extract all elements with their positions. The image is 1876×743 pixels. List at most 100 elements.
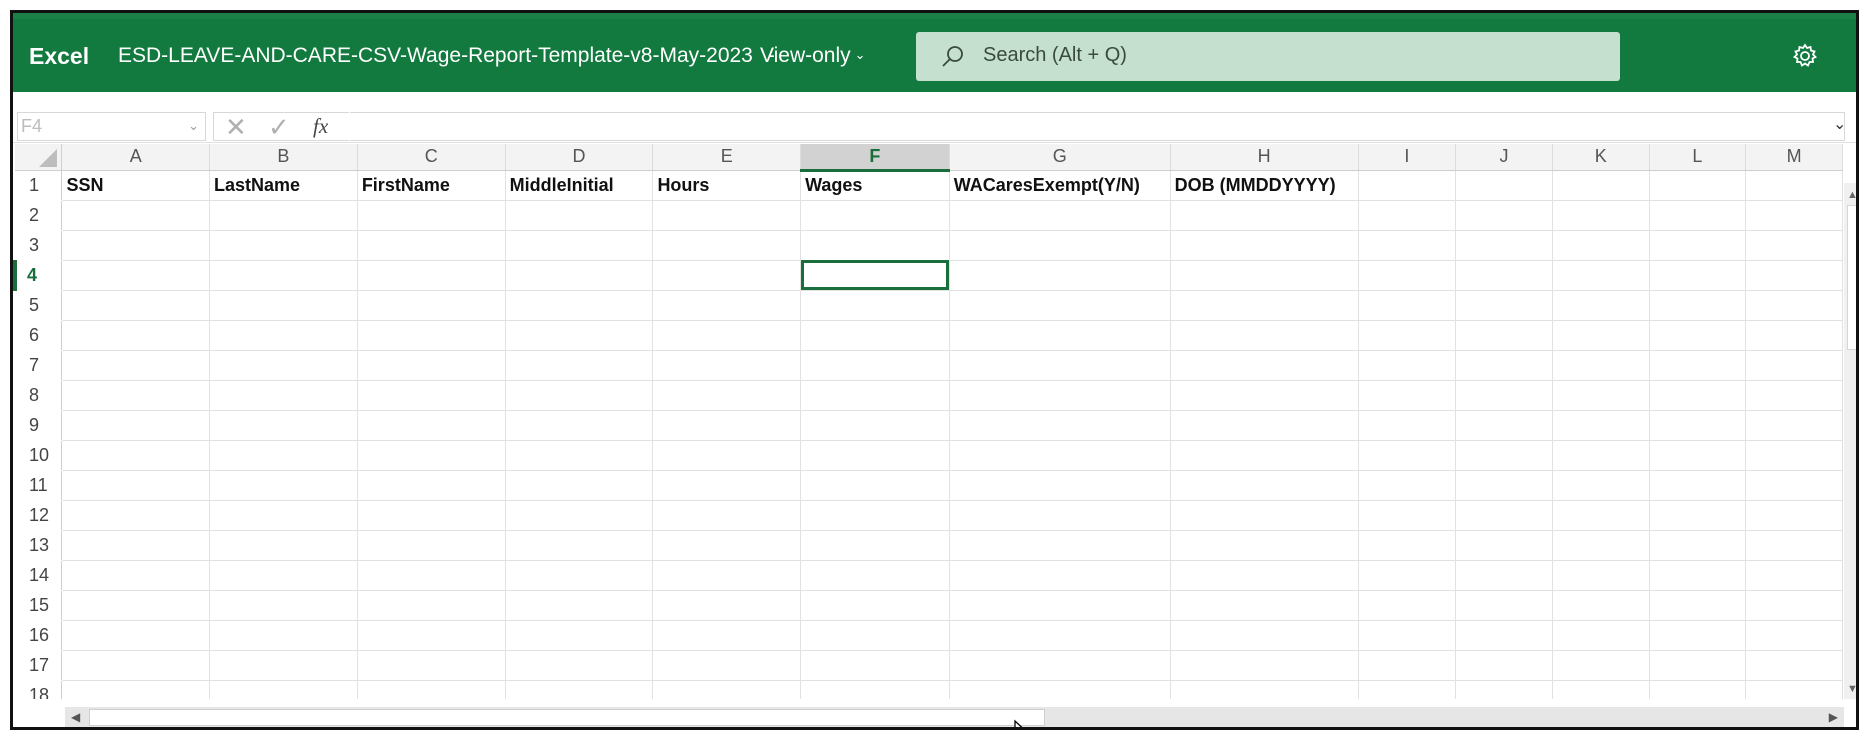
cell-h16[interactable] bbox=[1170, 620, 1359, 651]
cell-c8[interactable] bbox=[357, 380, 506, 411]
cell-a5[interactable] bbox=[61, 290, 211, 321]
cell-g16[interactable] bbox=[949, 620, 1171, 651]
cell-c12[interactable] bbox=[357, 500, 506, 531]
cell-b8[interactable] bbox=[209, 380, 358, 411]
cell-d3[interactable] bbox=[505, 230, 654, 261]
cell-m16[interactable] bbox=[1745, 620, 1843, 651]
cell-k7[interactable] bbox=[1552, 350, 1650, 381]
cell-m6[interactable] bbox=[1745, 320, 1843, 351]
row-header-12[interactable]: 12 bbox=[15, 500, 63, 531]
cell-d9[interactable] bbox=[505, 410, 654, 441]
cell-a18[interactable] bbox=[61, 680, 211, 699]
cell-j15[interactable] bbox=[1455, 590, 1553, 621]
cell-i5[interactable] bbox=[1358, 290, 1457, 321]
cell-a16[interactable] bbox=[61, 620, 211, 651]
cell-e15[interactable] bbox=[652, 590, 802, 621]
cell-i15[interactable] bbox=[1358, 590, 1457, 621]
cell-c9[interactable] bbox=[357, 410, 506, 441]
cell-d17[interactable] bbox=[505, 650, 654, 681]
cell-c17[interactable] bbox=[357, 650, 506, 681]
cell-k5[interactable] bbox=[1552, 290, 1650, 321]
cell-e8[interactable] bbox=[652, 380, 802, 411]
cell-e7[interactable] bbox=[652, 350, 802, 381]
cell-l8[interactable] bbox=[1649, 380, 1747, 411]
cell-b6[interactable] bbox=[209, 320, 358, 351]
cell-c2[interactable] bbox=[357, 200, 506, 231]
cell-k2[interactable] bbox=[1552, 200, 1650, 231]
cell-i12[interactable] bbox=[1358, 500, 1457, 531]
cell-j9[interactable] bbox=[1455, 410, 1553, 441]
cell-l13[interactable] bbox=[1649, 530, 1747, 561]
cell-j14[interactable] bbox=[1455, 560, 1553, 591]
cell-h2[interactable] bbox=[1170, 200, 1359, 231]
cell-d6[interactable] bbox=[505, 320, 654, 351]
cell-b15[interactable] bbox=[209, 590, 358, 621]
cell-a12[interactable] bbox=[61, 500, 211, 531]
formula-input[interactable] bbox=[350, 112, 1845, 141]
cell-j18[interactable] bbox=[1455, 680, 1553, 699]
cell-j12[interactable] bbox=[1455, 500, 1553, 531]
cell-f10[interactable] bbox=[800, 440, 950, 471]
cell-j13[interactable] bbox=[1455, 530, 1553, 561]
row-header-3[interactable]: 3 bbox=[15, 230, 63, 261]
row-header-13[interactable]: 13 bbox=[15, 530, 63, 561]
cell-d4[interactable] bbox=[505, 260, 654, 291]
expand-formula-bar-icon[interactable]: ⌄ bbox=[1833, 114, 1846, 134]
cell-f18[interactable] bbox=[800, 680, 950, 699]
cell-e10[interactable] bbox=[652, 440, 802, 471]
row-header-2[interactable]: 2 bbox=[15, 200, 63, 231]
search-box[interactable]: Search (Alt + Q) bbox=[916, 32, 1620, 81]
cell-h14[interactable] bbox=[1170, 560, 1359, 591]
cell-i4[interactable] bbox=[1358, 260, 1457, 291]
cell-a7[interactable] bbox=[61, 350, 211, 381]
cell-m9[interactable] bbox=[1745, 410, 1843, 441]
row-header-8[interactable]: 8 bbox=[15, 380, 63, 411]
cell-h1[interactable]: DOB (MMDDYYYY) bbox=[1170, 170, 1359, 201]
cell-l1[interactable] bbox=[1649, 170, 1747, 201]
row-header-9[interactable]: 9 bbox=[15, 410, 63, 441]
cell-m4[interactable] bbox=[1745, 260, 1843, 291]
cell-m1[interactable] bbox=[1745, 170, 1843, 201]
cell-m17[interactable] bbox=[1745, 650, 1843, 681]
cell-c3[interactable] bbox=[357, 230, 506, 261]
column-header-d[interactable]: D bbox=[505, 144, 654, 171]
column-header-g[interactable]: G bbox=[949, 144, 1171, 171]
cell-d16[interactable] bbox=[505, 620, 654, 651]
cell-j16[interactable] bbox=[1455, 620, 1553, 651]
cell-b1[interactable]: LastName bbox=[209, 170, 358, 201]
cell-f12[interactable] bbox=[800, 500, 950, 531]
insert-function-icon[interactable]: fx bbox=[313, 114, 328, 139]
cell-a9[interactable] bbox=[61, 410, 211, 441]
cell-i17[interactable] bbox=[1358, 650, 1457, 681]
cell-f17[interactable] bbox=[800, 650, 950, 681]
cell-f1[interactable]: Wages bbox=[800, 170, 950, 201]
cell-d8[interactable] bbox=[505, 380, 654, 411]
cell-k16[interactable] bbox=[1552, 620, 1650, 651]
cell-m14[interactable] bbox=[1745, 560, 1843, 591]
cell-m11[interactable] bbox=[1745, 470, 1843, 501]
cell-g12[interactable] bbox=[949, 500, 1171, 531]
cell-h11[interactable] bbox=[1170, 470, 1359, 501]
cell-j17[interactable] bbox=[1455, 650, 1553, 681]
cell-g8[interactable] bbox=[949, 380, 1171, 411]
cell-j6[interactable] bbox=[1455, 320, 1553, 351]
column-header-c[interactable]: C bbox=[357, 144, 506, 171]
cell-k8[interactable] bbox=[1552, 380, 1650, 411]
cell-k1[interactable] bbox=[1552, 170, 1650, 201]
cell-j7[interactable] bbox=[1455, 350, 1553, 381]
row-header-15[interactable]: 15 bbox=[15, 590, 63, 621]
cell-g3[interactable] bbox=[949, 230, 1171, 261]
cell-m5[interactable] bbox=[1745, 290, 1843, 321]
cell-d15[interactable] bbox=[505, 590, 654, 621]
cell-f15[interactable] bbox=[800, 590, 950, 621]
cell-k10[interactable] bbox=[1552, 440, 1650, 471]
cell-e1[interactable]: Hours bbox=[652, 170, 802, 201]
cell-d12[interactable] bbox=[505, 500, 654, 531]
cell-a3[interactable] bbox=[61, 230, 211, 261]
cell-m13[interactable] bbox=[1745, 530, 1843, 561]
column-header-e[interactable]: E bbox=[652, 144, 802, 171]
cell-c16[interactable] bbox=[357, 620, 506, 651]
cell-d18[interactable] bbox=[505, 680, 654, 699]
cell-l16[interactable] bbox=[1649, 620, 1747, 651]
column-header-m[interactable]: M bbox=[1745, 144, 1843, 171]
